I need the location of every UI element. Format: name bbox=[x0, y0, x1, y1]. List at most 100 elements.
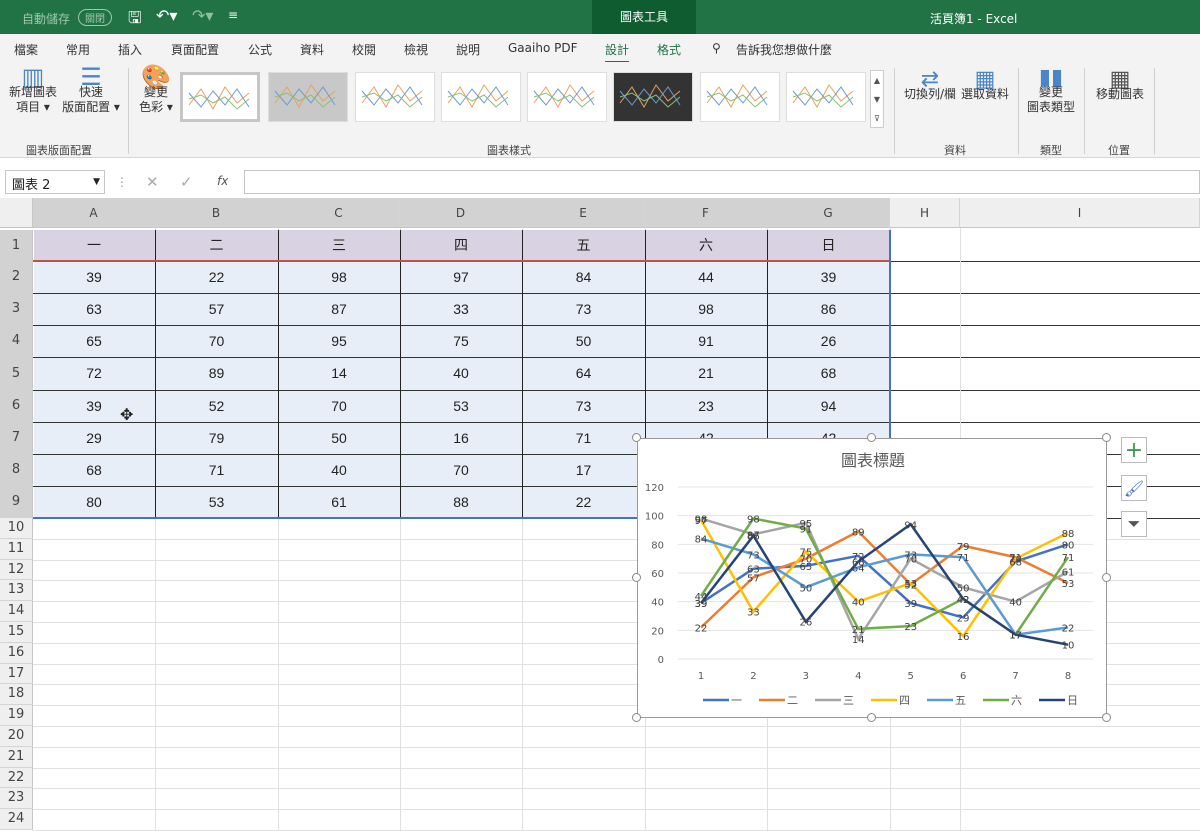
row-header[interactable]: 3 bbox=[0, 293, 33, 325]
table-cell[interactable]: 22 bbox=[522, 486, 645, 518]
row-header[interactable]: 13 bbox=[0, 580, 33, 602]
save-icon[interactable]: 🖫 bbox=[128, 7, 142, 34]
table-cell[interactable]: 50 bbox=[522, 325, 645, 357]
table-header-cell[interactable]: 一 bbox=[33, 230, 155, 261]
table-cell[interactable]: 64 bbox=[522, 357, 645, 390]
chart-style-thumbnail[interactable] bbox=[355, 72, 435, 122]
table-cell[interactable]: 44 bbox=[645, 261, 767, 293]
table-cell[interactable]: 53 bbox=[155, 486, 278, 518]
row-header[interactable]: 15 bbox=[0, 622, 33, 643]
row-header[interactable]: 20 bbox=[0, 726, 33, 747]
resize-handle[interactable] bbox=[1102, 713, 1111, 722]
tab-home[interactable]: 常用 bbox=[66, 41, 90, 58]
select-data-button[interactable]: ▦ 選取資料 bbox=[960, 69, 1010, 102]
row-header[interactable]: 23 bbox=[0, 788, 33, 810]
tab-format[interactable]: 格式 bbox=[657, 41, 681, 58]
table-cell[interactable]: 84 bbox=[522, 261, 645, 293]
select-all-button[interactable] bbox=[0, 198, 33, 228]
row-header[interactable]: 19 bbox=[0, 705, 33, 726]
table-cell[interactable]: 68 bbox=[767, 357, 890, 390]
row-header[interactable]: 4 bbox=[0, 325, 33, 357]
row-header[interactable]: 16 bbox=[0, 642, 33, 664]
table-header-cell[interactable]: 日 bbox=[767, 230, 890, 261]
table-header-cell[interactable]: 三 bbox=[278, 230, 400, 261]
row-header[interactable]: 11 bbox=[0, 538, 33, 560]
cancel-icon[interactable]: ✕ bbox=[146, 173, 159, 191]
row-header[interactable]: 24 bbox=[0, 809, 33, 830]
chart[interactable]: 圖表標題 0 20 40 60 80 100 120 1 2 3 4 5 6 7 8 39 63 65 72 39 29 6… bbox=[637, 438, 1107, 718]
tab-insert[interactable]: 插入 bbox=[118, 41, 142, 58]
column-header[interactable]: C bbox=[278, 198, 400, 228]
table-cell[interactable]: 29 bbox=[33, 422, 155, 454]
row-header[interactable]: 5 bbox=[0, 357, 33, 390]
tell-me-input[interactable]: 告訴我您想做什麼 bbox=[736, 41, 832, 58]
table-cell[interactable]: 98 bbox=[278, 261, 400, 293]
resize-handle[interactable] bbox=[1102, 573, 1111, 582]
table-cell[interactable]: 88 bbox=[400, 486, 522, 518]
table-cell[interactable]: 33 bbox=[400, 293, 522, 325]
resize-handle[interactable] bbox=[632, 573, 641, 582]
row-header[interactable]: 7 bbox=[0, 422, 33, 454]
column-header[interactable]: B bbox=[155, 198, 278, 228]
legend-entry[interactable]: 三 bbox=[843, 694, 854, 707]
table-cell[interactable]: 71 bbox=[522, 422, 645, 454]
row-header[interactable]: 9 bbox=[0, 486, 33, 518]
formula-input[interactable] bbox=[244, 170, 1200, 194]
autosave-toggle[interactable]: 關閉 bbox=[78, 9, 112, 26]
tab-help[interactable]: 說明 bbox=[456, 41, 480, 58]
chart-style-thumbnail[interactable] bbox=[613, 72, 693, 122]
table-cell[interactable]: 73 bbox=[522, 293, 645, 325]
table-cell[interactable]: 79 bbox=[155, 422, 278, 454]
add-chart-element-button[interactable]: ▥ 新增圖表 項目 ▾ bbox=[6, 65, 60, 115]
table-cell[interactable]: 70 bbox=[278, 390, 400, 422]
row-header[interactable]: 6 bbox=[0, 390, 33, 422]
row-header[interactable]: 8 bbox=[0, 454, 33, 486]
column-header[interactable]: D bbox=[400, 198, 522, 228]
column-header[interactable]: G bbox=[767, 198, 890, 228]
table-cell[interactable]: 94 bbox=[767, 390, 890, 422]
legend-entry[interactable]: 四 bbox=[899, 694, 910, 707]
tab-design[interactable]: 設計 bbox=[605, 41, 630, 63]
legend-entry[interactable]: 六 bbox=[1011, 694, 1022, 707]
switch-row-column-button[interactable]: ⇄ 切換列/欄 bbox=[900, 69, 960, 102]
table-header-cell[interactable]: 六 bbox=[645, 230, 767, 261]
insert-function-icon[interactable]: fx bbox=[217, 174, 228, 188]
column-header[interactable]: A bbox=[33, 198, 155, 228]
table-cell[interactable]: 97 bbox=[400, 261, 522, 293]
chart-styles-brush-icon[interactable]: 🖌 bbox=[1121, 475, 1147, 501]
table-cell[interactable]: 16 bbox=[400, 422, 522, 454]
tab-review[interactable]: 校閱 bbox=[352, 41, 376, 58]
tab-view[interactable]: 檢視 bbox=[404, 41, 428, 58]
chart-style-thumbnail[interactable] bbox=[268, 72, 348, 122]
tab-file[interactable]: 檔案 bbox=[14, 41, 38, 58]
table-cell[interactable]: 22 bbox=[155, 261, 278, 293]
table-header-cell[interactable]: 五 bbox=[522, 230, 645, 261]
chart-title[interactable]: 圖表標題 bbox=[841, 451, 905, 470]
table-cell[interactable]: 71 bbox=[155, 454, 278, 486]
chart-style-thumbnail[interactable] bbox=[786, 72, 866, 122]
table-cell[interactable]: 87 bbox=[278, 293, 400, 325]
change-chart-type-button[interactable]: ▮▮ 變更 圖表類型 bbox=[1024, 67, 1078, 115]
row-header[interactable]: 2 bbox=[0, 261, 33, 293]
table-cell[interactable]: 53 bbox=[400, 390, 522, 422]
table-cell[interactable]: 21 bbox=[645, 357, 767, 390]
table-cell[interactable]: 63 bbox=[33, 293, 155, 325]
column-header[interactable]: E bbox=[522, 198, 645, 228]
row-header[interactable]: 10 bbox=[0, 518, 33, 539]
row-header[interactable]: 18 bbox=[0, 684, 33, 706]
column-header[interactable]: F bbox=[645, 198, 767, 228]
row-header[interactable]: 21 bbox=[0, 746, 33, 768]
table-cell[interactable]: 75 bbox=[400, 325, 522, 357]
table-header-cell[interactable]: 四 bbox=[400, 230, 522, 261]
customize-qat-icon[interactable]: ≡ bbox=[228, 8, 238, 22]
table-cell[interactable]: 70 bbox=[155, 325, 278, 357]
row-header[interactable]: 1 bbox=[0, 230, 33, 261]
table-cell[interactable]: 39 bbox=[33, 261, 155, 293]
table-cell[interactable]: 17 bbox=[522, 454, 645, 486]
redo-icon[interactable]: ↷▾ bbox=[192, 6, 213, 25]
table-cell[interactable]: 68 bbox=[33, 454, 155, 486]
table-cell[interactable]: 89 bbox=[155, 357, 278, 390]
name-box[interactable]: 圖表 2 ▼ bbox=[5, 170, 105, 194]
resize-handle[interactable] bbox=[632, 713, 641, 722]
move-chart-button[interactable]: ▦ 移動圖表 bbox=[1090, 69, 1150, 102]
